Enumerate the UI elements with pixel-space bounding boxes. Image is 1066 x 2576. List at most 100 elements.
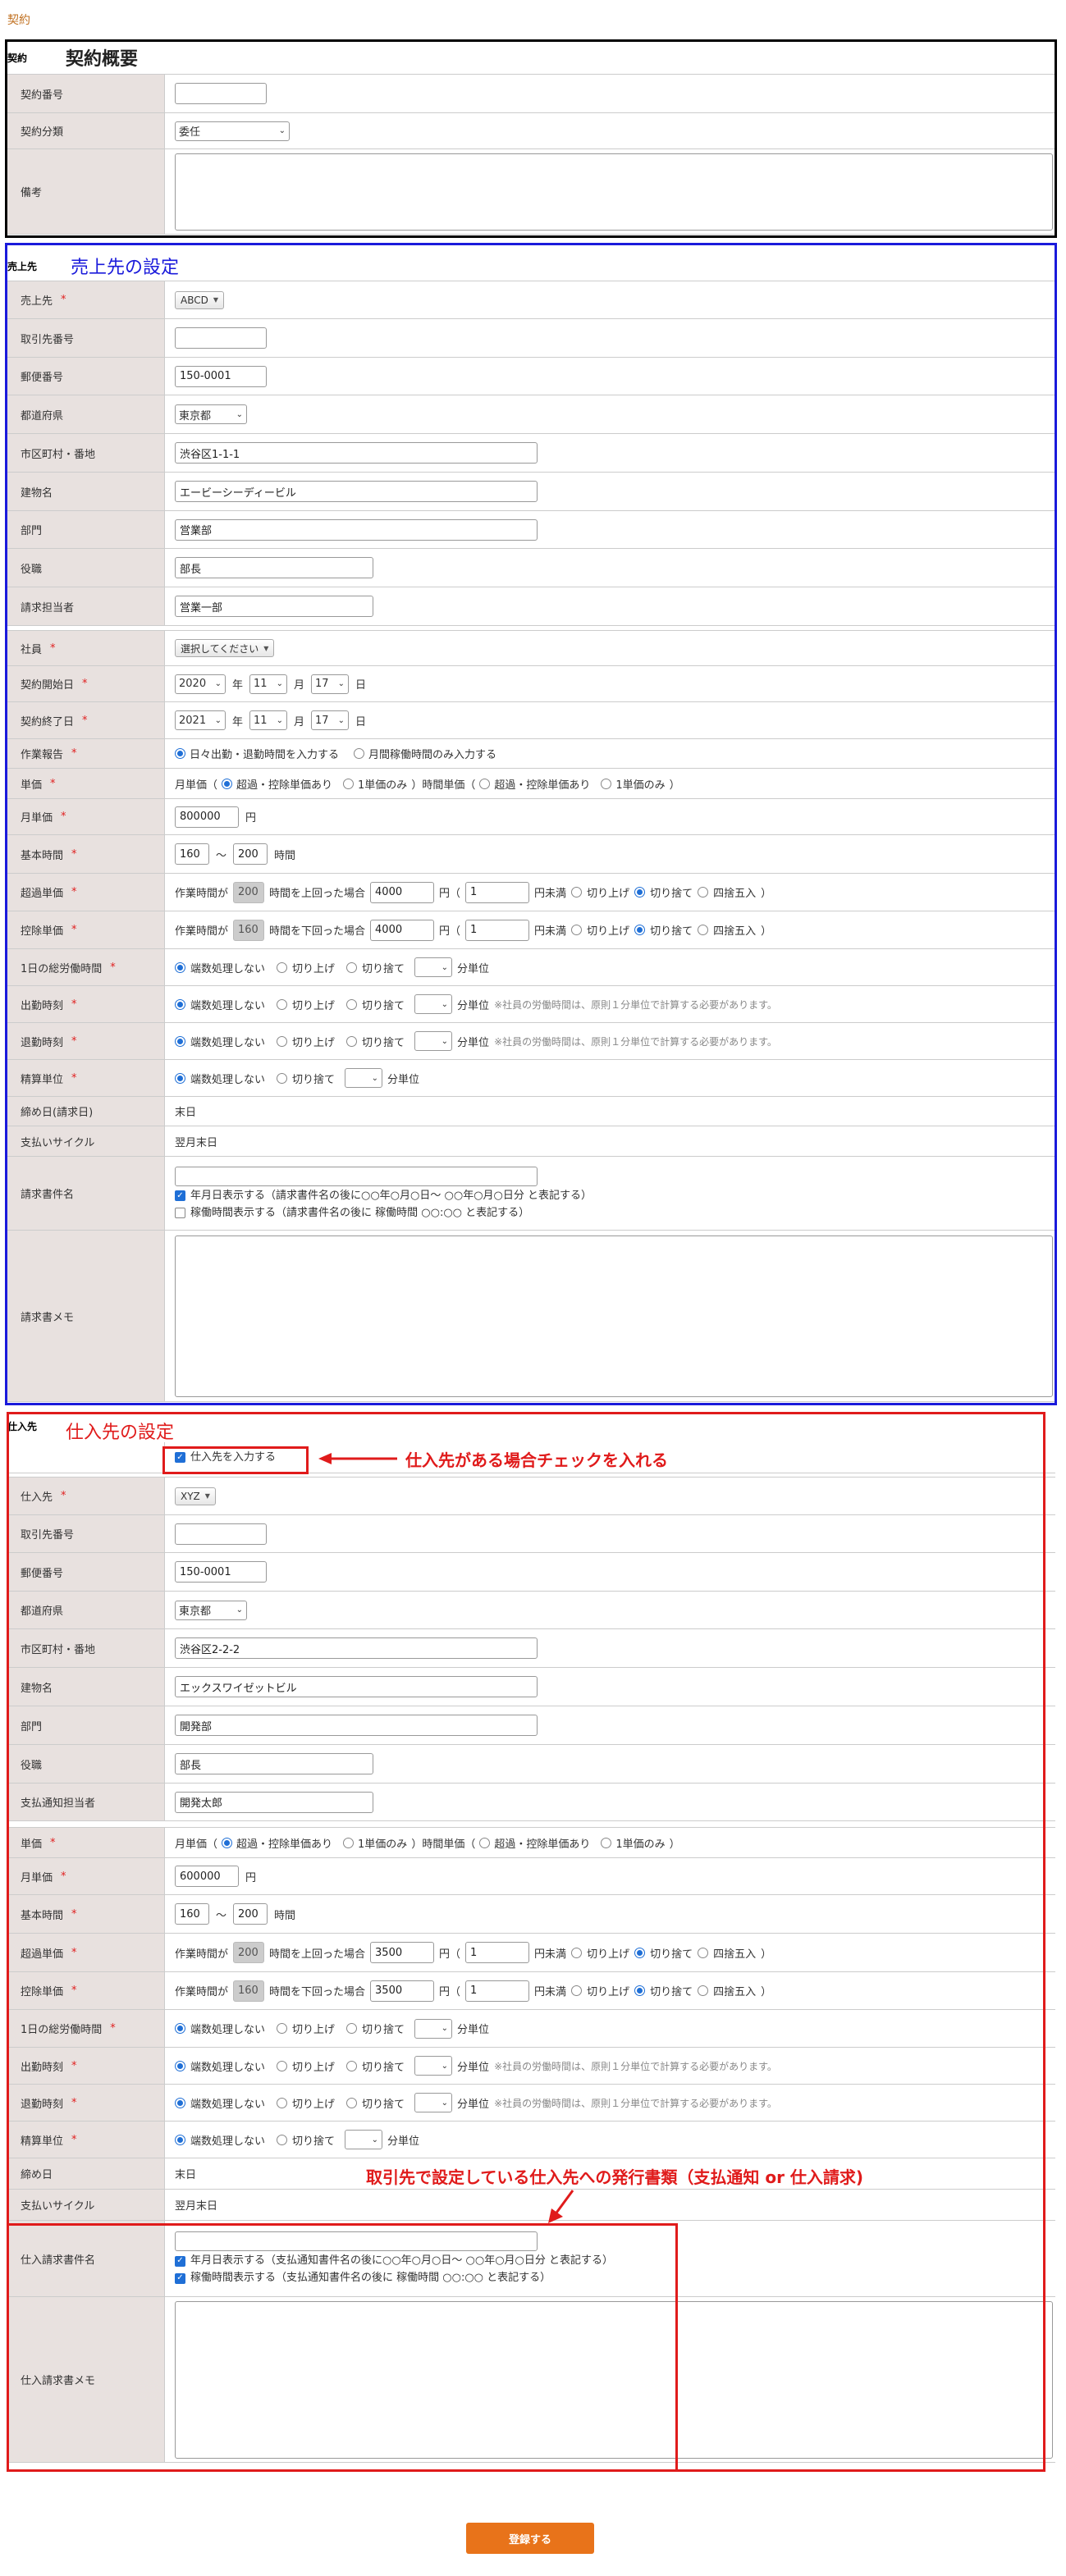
customer-client-code-input[interactable] bbox=[175, 327, 267, 349]
over-round-half-radio[interactable] bbox=[698, 887, 709, 897]
unit-over-deduct-radio[interactable] bbox=[222, 778, 233, 789]
deduct-price-input[interactable]: 4000 bbox=[370, 919, 435, 941]
s-base-min-input[interactable]: 160 bbox=[175, 1903, 209, 1925]
s-settle-minute-select[interactable]: ⌄ bbox=[345, 2130, 383, 2149]
s-clock-out-round-up-radio[interactable] bbox=[277, 2097, 288, 2108]
s-hourly-single-radio[interactable] bbox=[601, 1837, 612, 1848]
customer-prefecture-select[interactable]: 東京都 ⌄ bbox=[175, 404, 247, 424]
clock-out-round-down-radio[interactable] bbox=[346, 1035, 358, 1047]
base-min-input[interactable]: 160 bbox=[175, 843, 209, 865]
supplier-building-input[interactable]: エックスワイゼットビル bbox=[175, 1676, 538, 1697]
report-monthly-radio[interactable] bbox=[354, 748, 365, 759]
s-unit-single-radio[interactable] bbox=[343, 1837, 355, 1848]
customer-invoice-hours-checkbox[interactable] bbox=[175, 1208, 185, 1218]
start-day-select[interactable]: 17 ⌄ bbox=[311, 674, 350, 694]
supplier-prefecture-select[interactable]: 東京都 ⌄ bbox=[175, 1600, 247, 1620]
daily-minute-select[interactable]: ⌄ bbox=[414, 957, 453, 977]
hourly-single-radio[interactable] bbox=[601, 778, 612, 789]
customer-position-input[interactable]: 部長 bbox=[175, 557, 373, 578]
clock-in-minute-select[interactable]: ⌄ bbox=[414, 994, 453, 1014]
daily-round-down-radio[interactable] bbox=[346, 961, 358, 973]
customer-memo-textarea[interactable] bbox=[175, 1235, 1053, 1397]
daily-round-up-radio[interactable] bbox=[277, 961, 288, 973]
settle-no-round-radio[interactable] bbox=[175, 1072, 185, 1084]
s-base-max-input[interactable]: 200 bbox=[233, 1903, 268, 1925]
contract-number-input[interactable] bbox=[175, 83, 267, 104]
supplier-postal-input[interactable]: 150-0001 bbox=[175, 1561, 267, 1583]
report-daily-radio[interactable] bbox=[175, 748, 185, 759]
supplier-invoice-date-checkbox[interactable]: ✓ bbox=[175, 2255, 185, 2267]
over-round-up-radio[interactable] bbox=[571, 887, 583, 897]
s-over-fraction-input[interactable]: 1 bbox=[465, 1942, 530, 1963]
s-deduct-round-up-radio[interactable] bbox=[571, 1985, 583, 1996]
supplier-payment-person-input[interactable]: 開発太郎 bbox=[175, 1791, 373, 1813]
clock-in-round-up-radio[interactable] bbox=[277, 998, 288, 1010]
supplier-invoice-name-input[interactable] bbox=[175, 2231, 538, 2251]
clock-out-minute-select[interactable]: ⌄ bbox=[414, 1031, 453, 1051]
supplier-monthly-price-input[interactable]: 600000 bbox=[175, 1866, 239, 1887]
customer-postal-input[interactable]: 150-0001 bbox=[175, 365, 267, 387]
end-day-select[interactable]: 17 ⌄ bbox=[311, 710, 350, 730]
supplier-enable-checkbox[interactable]: ✓ bbox=[175, 1452, 185, 1463]
s-clock-in-no-round-radio[interactable] bbox=[175, 2060, 185, 2071]
s-over-round-down-radio[interactable] bbox=[634, 1947, 646, 1958]
over-fraction-input[interactable]: 1 bbox=[465, 881, 530, 903]
s-deduct-round-down-radio[interactable] bbox=[634, 1985, 646, 1996]
end-month-select[interactable]: 11 ⌄ bbox=[249, 710, 288, 730]
s-daily-round-down-radio[interactable] bbox=[346, 2023, 358, 2034]
deduct-round-up-radio[interactable] bbox=[571, 925, 583, 935]
customer-city-input[interactable]: 渋谷区1-1-1 bbox=[175, 442, 538, 464]
deduct-fraction-input[interactable]: 1 bbox=[465, 919, 530, 941]
supplier-city-input[interactable]: 渋谷区2-2-2 bbox=[175, 1637, 538, 1659]
customer-building-input[interactable]: エービーシーディービル bbox=[175, 481, 538, 502]
clock-in-no-round-radio[interactable] bbox=[175, 998, 185, 1010]
supplier-memo-textarea[interactable] bbox=[175, 2300, 1053, 2459]
s-clock-in-minute-select[interactable]: ⌄ bbox=[414, 2056, 453, 2076]
s-daily-no-round-radio[interactable] bbox=[175, 2023, 185, 2034]
s-settle-no-round-radio[interactable] bbox=[175, 2134, 185, 2145]
s-hourly-over-deduct-radio[interactable] bbox=[479, 1837, 491, 1848]
clock-out-no-round-radio[interactable] bbox=[175, 1035, 185, 1047]
supplier-position-input[interactable]: 部長 bbox=[175, 1753, 373, 1774]
s-over-price-input[interactable]: 3500 bbox=[370, 1942, 435, 1963]
unit-single-radio[interactable] bbox=[343, 778, 355, 789]
supplier-client-code-input[interactable] bbox=[175, 1523, 267, 1545]
s-daily-minute-select[interactable]: ⌄ bbox=[414, 2018, 453, 2039]
customer-monthly-price-input[interactable]: 800000 bbox=[175, 806, 239, 828]
customer-department-input[interactable]: 営業部 bbox=[175, 518, 538, 541]
s-settle-round-down-radio[interactable] bbox=[277, 2134, 288, 2145]
s-deduct-price-input[interactable]: 3500 bbox=[370, 1980, 435, 2002]
end-year-select[interactable]: 2021 ⌄ bbox=[175, 710, 226, 730]
customer-invoice-name-input[interactable] bbox=[175, 1166, 538, 1186]
start-month-select[interactable]: 11 ⌄ bbox=[249, 674, 288, 694]
deduct-round-half-radio[interactable] bbox=[698, 925, 709, 935]
s-clock-out-round-down-radio[interactable] bbox=[346, 2097, 358, 2108]
customer-employee-select[interactable]: 選択してください ▼ bbox=[175, 639, 275, 657]
deduct-round-down-radio[interactable] bbox=[634, 925, 646, 935]
start-year-select[interactable]: 2020 ⌄ bbox=[175, 674, 226, 694]
settle-round-down-radio[interactable] bbox=[277, 1072, 288, 1084]
s-clock-in-round-down-radio[interactable] bbox=[346, 2060, 358, 2071]
s-clock-out-no-round-radio[interactable] bbox=[175, 2097, 185, 2108]
contract-remarks-textarea[interactable] bbox=[175, 153, 1053, 231]
customer-invoice-date-checkbox[interactable]: ✓ bbox=[175, 1190, 185, 1201]
supplier-client-select[interactable]: XYZ ▼ bbox=[175, 1487, 216, 1505]
s-clock-in-round-up-radio[interactable] bbox=[277, 2060, 288, 2071]
s-clock-out-minute-select[interactable]: ⌄ bbox=[414, 2093, 453, 2112]
settle-minute-select[interactable]: ⌄ bbox=[345, 1068, 383, 1088]
s-daily-round-up-radio[interactable] bbox=[277, 2023, 288, 2034]
s-over-round-half-radio[interactable] bbox=[698, 1947, 709, 1958]
contract-category-select[interactable]: 委任 ⌄ bbox=[175, 121, 290, 141]
s-over-round-up-radio[interactable] bbox=[571, 1947, 583, 1958]
base-max-input[interactable]: 200 bbox=[233, 843, 268, 865]
s-deduct-fraction-input[interactable]: 1 bbox=[465, 1980, 530, 2002]
hourly-over-deduct-radio[interactable] bbox=[479, 778, 491, 789]
customer-client-select[interactable]: ABCD ▼ bbox=[175, 290, 225, 309]
over-price-input[interactable]: 4000 bbox=[370, 881, 435, 903]
submit-button[interactable]: 登録する bbox=[466, 2523, 594, 2554]
over-round-down-radio[interactable] bbox=[634, 887, 646, 897]
supplier-department-input[interactable]: 開発部 bbox=[175, 1715, 538, 1736]
customer-billing-person-input[interactable]: 営業一部 bbox=[175, 596, 373, 617]
supplier-invoice-hours-checkbox[interactable]: ✓ bbox=[175, 2272, 185, 2284]
clock-out-round-up-radio[interactable] bbox=[277, 1035, 288, 1047]
